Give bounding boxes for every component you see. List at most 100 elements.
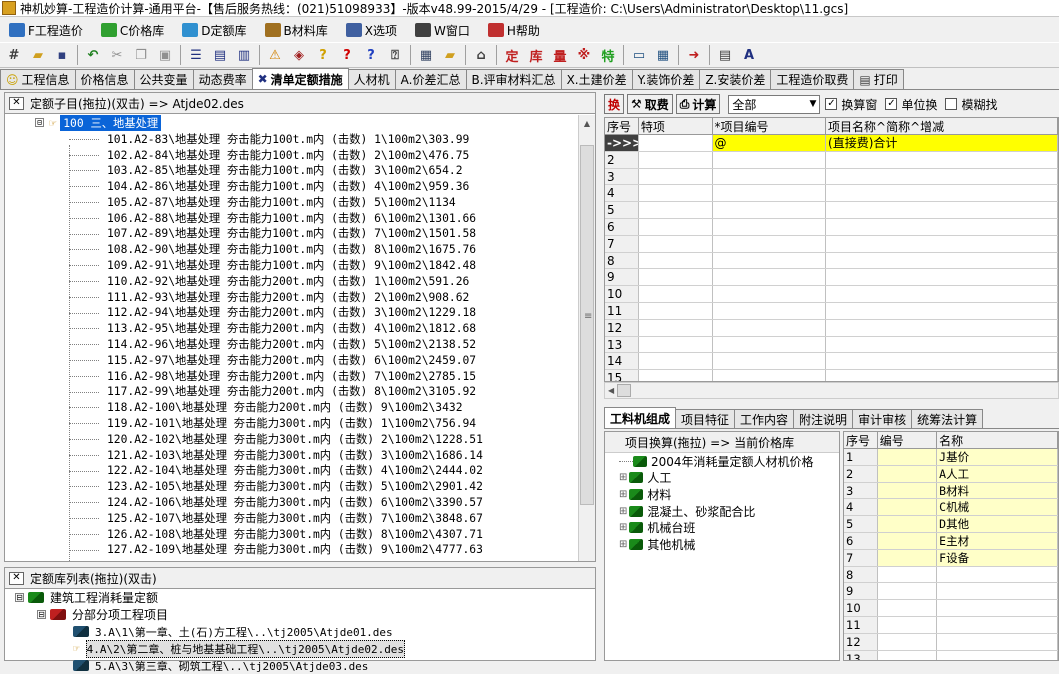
quota-tree-item[interactable]: 123.A2-105\地基处理 夯击能力300t.m内 (击数) 5\100m2… [5, 478, 579, 494]
calculate-button[interactable]: ⎙ 计算 [675, 94, 721, 114]
resource-code-cell[interactable] [877, 499, 938, 516]
paste-icon[interactable]: ▣ [154, 44, 176, 66]
library-tree-node[interactable]: 3.A\1\第一章、土(石)方工程\..\tj2005\Atjde01.des [5, 623, 595, 640]
row-code-cell[interactable] [713, 202, 827, 218]
option-checkbox[interactable]: ✓ 单位换 [885, 96, 937, 113]
hscroll-thumb[interactable] [617, 384, 632, 397]
row-code-cell[interactable] [713, 151, 827, 168]
menu-item[interactable]: X选项 [337, 19, 406, 41]
tab-item[interactable]: 工程造价取费 [770, 69, 855, 89]
col-header-seq[interactable]: 序号 [605, 118, 639, 134]
quota-tree-item[interactable]: 117.A2-99\地基处理 夯击能力200t.m内 (击数) 8\100m2\… [5, 384, 579, 400]
row-name-cell[interactable] [826, 302, 1058, 319]
resource-code-cell[interactable] [877, 566, 938, 583]
tab-item[interactable]: 价格信息 [74, 69, 135, 89]
resource-code-cell[interactable] [877, 516, 938, 532]
row-name-cell[interactable] [826, 235, 1058, 252]
tab-item[interactable]: 人材机 [347, 69, 396, 89]
col-header-name[interactable]: 名称 [937, 432, 1058, 448]
resource-code-cell[interactable] [877, 532, 938, 549]
resource-name-cell[interactable] [937, 633, 1058, 650]
price-tree-node[interactable]: 2004年消耗量定额人材机价格 [605, 453, 839, 470]
query-icon[interactable]: ? [312, 44, 334, 66]
expand-icon[interactable]: ⊞ [619, 472, 627, 483]
resource-row[interactable]: 4 C机械 [844, 499, 1058, 517]
resource-code-cell[interactable] [877, 633, 938, 650]
quota-tree-item[interactable]: 112.A2-94\地基处理 夯击能力200t.m内 (击数) 3\100m2\… [5, 305, 579, 321]
resource-name-cell[interactable] [937, 566, 1058, 583]
bill-row[interactable]: 5 [605, 202, 1058, 219]
resource-name-cell[interactable] [937, 650, 1058, 660]
col-header-name[interactable]: 项目名称^简称^增减 [826, 118, 1058, 134]
folder-icon[interactable]: ▰ [439, 44, 461, 66]
fee-button[interactable]: ⚒ 取费 [627, 94, 673, 114]
help-red-icon[interactable]: ? [336, 44, 358, 66]
menu-item[interactable]: W窗口 [406, 19, 479, 41]
menu-item[interactable]: D定额库 [173, 19, 255, 41]
quota-tree-item[interactable]: 118.A2-100\地基处理 夯击能力200t.m内 (击数) 9\100m2… [5, 399, 579, 415]
tree-root-label[interactable]: 100 三、地基处理 [60, 115, 162, 131]
resource-name-cell[interactable] [937, 616, 1058, 633]
filter-select[interactable]: 全部 ▼ [728, 94, 821, 114]
undo-icon[interactable]: ↶ [82, 44, 104, 66]
resource-row[interactable]: 13 [844, 650, 1058, 660]
resource-row[interactable]: 1 J基价 [844, 449, 1058, 466]
row-code-cell[interactable] [713, 168, 827, 185]
save-icon[interactable]: ▪ [51, 44, 73, 66]
bill-row[interactable]: 8 [605, 252, 1058, 270]
resource-name-cell[interactable]: A人工 [937, 465, 1058, 482]
detail-tab[interactable]: 工作内容 [734, 409, 795, 428]
expand-icon[interactable]: ⊞ [619, 539, 627, 550]
row-name-cell[interactable] [826, 370, 1058, 381]
row-code-cell[interactable] [713, 252, 827, 269]
resource-row[interactable]: 12 [844, 633, 1058, 651]
resource-code-cell[interactable] [877, 650, 938, 660]
resource-row[interactable]: 11 [844, 616, 1058, 634]
row-name-cell[interactable]: (直接费)合计 [826, 135, 1058, 151]
insert-row-icon[interactable]: ☰ [185, 44, 207, 66]
tab-item[interactable]: Z.安装价差 [699, 69, 772, 89]
row-special-cell[interactable] [639, 269, 713, 286]
tab-item[interactable]: 动态费率 [192, 69, 253, 89]
quota-tree-item[interactable]: 127.A2-109\地基处理 夯击能力300t.m内 (击数) 9\100m2… [5, 542, 579, 558]
tab-item[interactable]: X.土建价差 [560, 69, 633, 89]
quota-tree-item[interactable]: 124.A2-106\地基处理 夯击能力300t.m内 (击数) 6\100m2… [5, 494, 579, 510]
row-name-cell[interactable] [826, 269, 1058, 286]
resource-row[interactable]: 2 A人工 [844, 465, 1058, 483]
row-code-cell[interactable] [713, 302, 827, 319]
quota-tree-item[interactable]: 109.A2-91\地基处理 夯击能力100t.m内 (击数) 9\100m2\… [5, 257, 579, 273]
price-tree-node[interactable]: ⊞ 其他机械 [605, 536, 839, 553]
resource-name-cell[interactable] [937, 583, 1058, 600]
tab-item[interactable]: ✖ 清单定额措施 [251, 68, 349, 89]
row-special-cell[interactable] [639, 370, 713, 381]
resource-name-cell[interactable]: B材料 [937, 482, 1058, 499]
quota-tree-item[interactable]: 120.A2-102\地基处理 夯击能力300t.m内 (击数) 2\100m2… [5, 431, 579, 447]
library-tree-node[interactable]: ⊟ 分部分项工程项目 [5, 606, 595, 623]
row-code-cell[interactable] [713, 218, 827, 235]
quota-tree-item[interactable]: 119.A2-101\地基处理 夯击能力300t.m内 (击数) 1\100m2… [5, 415, 579, 431]
row-code-cell[interactable] [713, 336, 827, 353]
bill-row[interactable]: 7 [605, 235, 1058, 253]
row-special-cell[interactable] [639, 319, 713, 336]
detail-tab[interactable]: 项目特征 [675, 409, 736, 428]
scroll-left-icon[interactable]: ◀ [608, 386, 614, 395]
price-tree-node[interactable]: ⊞ 混凝土、砂浆配合比 [605, 503, 839, 520]
quota-tree-item[interactable]: 108.A2-90\地基处理 夯击能力100t.m内 (击数) 8\100m2\… [5, 241, 579, 257]
row-special-cell[interactable] [639, 353, 713, 370]
resource-code-cell[interactable] [877, 583, 938, 600]
quota-tree-item[interactable]: 103.A2-85\地基处理 夯击能力100t.m内 (击数) 3\100m2\… [5, 162, 579, 178]
resource-code-cell[interactable] [877, 465, 938, 482]
row-name-cell[interactable] [826, 353, 1058, 370]
quota-tree-item[interactable]: 110.A2-92\地基处理 夯击能力200t.m内 (击数) 1\100m2\… [5, 273, 579, 289]
resource-row[interactable]: 6 E主材 [844, 532, 1058, 550]
resource-code-cell[interactable] [877, 616, 938, 633]
quota-tree-item[interactable]: 121.A2-103\地基处理 夯击能力300t.m内 (击数) 3\100m2… [5, 447, 579, 463]
col-header-special[interactable]: 特项 [639, 118, 713, 134]
close-panel-button[interactable]: ✕ [9, 96, 24, 110]
tab-item[interactable]: Y.装饰价差 [631, 69, 701, 89]
resource-name-cell[interactable]: F设备 [937, 549, 1058, 566]
resource-row[interactable]: 9 [844, 583, 1058, 601]
collapse-icon[interactable]: ⊟ [35, 118, 44, 128]
price-tree-node[interactable]: ⊞ 人工 [605, 470, 839, 487]
col-header-code[interactable]: 编号 [877, 432, 938, 448]
